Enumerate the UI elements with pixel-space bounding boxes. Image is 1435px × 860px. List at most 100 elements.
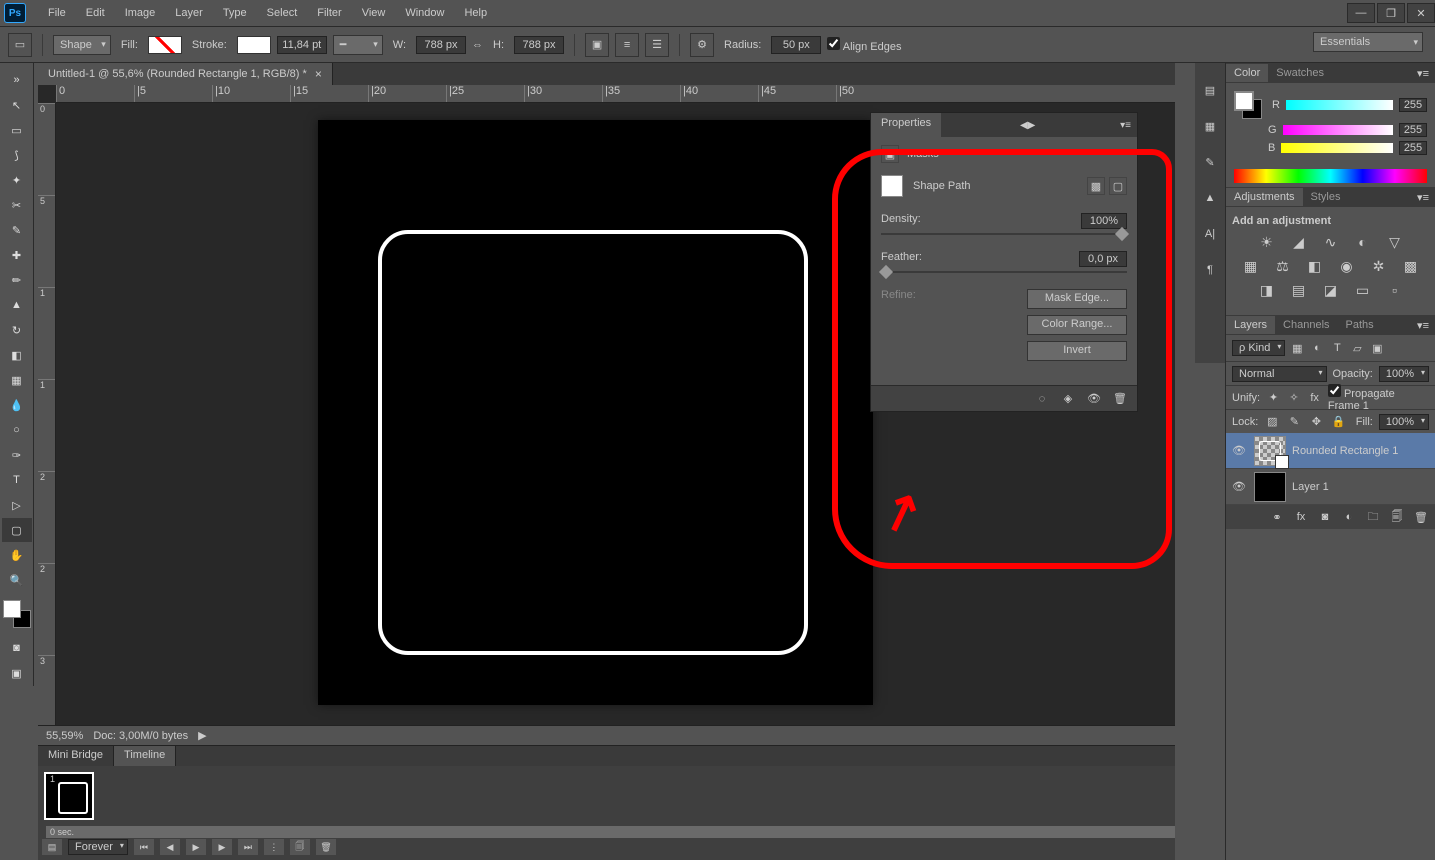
layer-row-2[interactable]: 👁 Layer 1	[1226, 469, 1435, 505]
path-ops-icon[interactable]: ▣	[585, 33, 609, 57]
menu-file[interactable]: File	[38, 7, 76, 19]
menu-layer[interactable]: Layer	[165, 7, 213, 19]
posterize-icon[interactable]: ▤	[1289, 281, 1309, 299]
selective-icon[interactable]: ▫	[1385, 281, 1405, 299]
tab-properties[interactable]: Properties	[871, 113, 941, 137]
timeline-frame[interactable]: 1	[44, 772, 94, 820]
unify-style-icon[interactable]: fx	[1307, 390, 1322, 406]
healing-tool[interactable]: ✚	[2, 243, 32, 267]
brush-tool[interactable]: ✏	[2, 268, 32, 292]
tab-timeline[interactable]: Timeline	[114, 746, 176, 766]
tab-swatches[interactable]: Swatches	[1268, 64, 1332, 82]
marquee-tool[interactable]: ▭	[2, 118, 32, 142]
lasso-tool[interactable]: ⟆	[2, 143, 32, 167]
menu-image[interactable]: Image	[115, 7, 166, 19]
magic-wand-tool[interactable]: ✦	[2, 168, 32, 192]
brightness-icon[interactable]: ☀	[1257, 233, 1277, 251]
dodge-tool[interactable]: ○	[2, 418, 32, 442]
r-slider[interactable]	[1286, 100, 1393, 110]
filter-shape-icon[interactable]: ▱	[1349, 340, 1365, 356]
mask-mode-icon[interactable]: ▣	[881, 145, 899, 163]
menu-type[interactable]: Type	[213, 7, 257, 19]
curves-icon[interactable]: ∿	[1321, 233, 1341, 251]
filter-smart-icon[interactable]: ▣	[1369, 340, 1385, 356]
shape-rounded-rectangle[interactable]	[378, 230, 808, 655]
gradient-tool[interactable]: ▦	[2, 368, 32, 392]
blend-mode-dropdown[interactable]: Normal	[1232, 366, 1327, 382]
menu-window[interactable]: Window	[395, 7, 454, 19]
panel-menu-icon[interactable]: ▾≡	[1114, 120, 1137, 131]
pen-tool[interactable]: ✑	[2, 443, 32, 467]
lookup-icon[interactable]: ▩	[1401, 257, 1421, 275]
zoom-tool[interactable]: 🔍	[2, 568, 32, 592]
close-icon[interactable]: ×	[315, 67, 322, 81]
link-wh-icon[interactable]: ⇔	[472, 39, 483, 51]
photo-filter-icon[interactable]: ◉	[1337, 257, 1357, 275]
mask-edge-button[interactable]: Mask Edge...	[1027, 289, 1127, 309]
delete-mask-icon[interactable]: 🗑	[1111, 390, 1129, 408]
balance-icon[interactable]: ⚖	[1273, 257, 1293, 275]
eraser-tool[interactable]: ◧	[2, 343, 32, 367]
brush-panel-icon[interactable]: ✎	[1195, 147, 1225, 177]
filter-pixel-icon[interactable]: ▦	[1289, 340, 1305, 356]
eyedropper-tool[interactable]: ✎	[2, 218, 32, 242]
history-brush-tool[interactable]: ↻	[2, 318, 32, 342]
last-frame-icon[interactable]: ⏭	[238, 839, 258, 855]
bw-icon[interactable]: ◧	[1305, 257, 1325, 275]
fx-icon[interactable]: fx	[1293, 509, 1309, 525]
window-minimize[interactable]: —	[1347, 3, 1375, 23]
visibility-icon[interactable]: 👁	[1230, 444, 1248, 457]
fill-input[interactable]: 100%	[1379, 414, 1429, 430]
mixer-icon[interactable]: ✲	[1369, 257, 1389, 275]
delete-frame-icon[interactable]: 🗑	[316, 839, 336, 855]
feather-slider[interactable]	[881, 271, 1127, 273]
document-tab[interactable]: Untitled-1 @ 55,6% (Rounded Rectangle 1,…	[38, 63, 333, 85]
unify-vis-icon[interactable]: ✧	[1287, 390, 1302, 406]
group-icon[interactable]: 🗀	[1365, 509, 1381, 525]
collapse-icon[interactable]: »	[2, 68, 32, 92]
convert-timeline-icon[interactable]: ▤	[42, 839, 62, 855]
first-frame-icon[interactable]: ⏮	[134, 839, 154, 855]
invert-icon[interactable]: ◨	[1257, 281, 1277, 299]
align-edges-checkbox[interactable]: Align Edges	[827, 37, 901, 53]
screenmode-tool[interactable]: ▣	[2, 661, 32, 685]
propagate-checkbox[interactable]: Propagate Frame 1	[1328, 384, 1429, 412]
invert-button[interactable]: Invert	[1027, 341, 1127, 361]
menu-filter[interactable]: Filter	[307, 7, 351, 19]
g-slider[interactable]	[1283, 125, 1393, 135]
unify-pos-icon[interactable]: ✦	[1266, 390, 1281, 406]
layer-name[interactable]: Rounded Rectangle 1	[1292, 445, 1398, 457]
tab-layers[interactable]: Layers	[1226, 316, 1275, 334]
menu-edit[interactable]: Edit	[76, 7, 115, 19]
panel-menu-icon[interactable]: ▾≡	[1411, 191, 1435, 204]
threshold-icon[interactable]: ◪	[1321, 281, 1341, 299]
g-value[interactable]: 255	[1399, 123, 1427, 137]
density-slider[interactable]	[881, 233, 1127, 235]
clone-panel-icon[interactable]: ▲	[1195, 183, 1225, 213]
path-align-icon[interactable]: ≡	[615, 33, 639, 57]
pixel-mask-icon[interactable]: ▩	[1087, 177, 1105, 195]
blur-tool[interactable]: 💧	[2, 393, 32, 417]
opacity-input[interactable]: 100%	[1379, 366, 1429, 382]
layer-thumb[interactable]	[1254, 436, 1286, 466]
adjustment-icon[interactable]: ◐	[1341, 509, 1357, 525]
collapse-icon[interactable]: ◀▶	[1014, 120, 1041, 131]
crop-tool[interactable]: ✂	[2, 193, 32, 217]
color-range-button[interactable]: Color Range...	[1027, 315, 1127, 335]
feather-value[interactable]: 0,0 px	[1079, 251, 1127, 267]
levels-icon[interactable]: ◢	[1289, 233, 1309, 251]
visibility-icon[interactable]: 👁	[1230, 480, 1248, 493]
stamp-tool[interactable]: ▲	[2, 293, 32, 317]
window-maximize[interactable]: ❐	[1377, 3, 1405, 23]
shape-mode-dropdown[interactable]: Shape	[53, 35, 111, 55]
tab-styles[interactable]: Styles	[1303, 188, 1349, 206]
path-select-tool[interactable]: ▷	[2, 493, 32, 517]
tab-color[interactable]: Color	[1226, 64, 1268, 82]
new-frame-icon[interactable]: 🗐	[290, 839, 310, 855]
load-selection-icon[interactable]: ◌	[1033, 390, 1051, 408]
exposure-icon[interactable]: ◐	[1353, 233, 1373, 251]
toggle-mask-icon[interactable]: 👁	[1085, 390, 1103, 408]
gear-icon[interactable]: ⚙	[690, 33, 714, 57]
char-panel-icon[interactable]: A|	[1195, 219, 1225, 249]
type-tool[interactable]: T	[2, 468, 32, 492]
